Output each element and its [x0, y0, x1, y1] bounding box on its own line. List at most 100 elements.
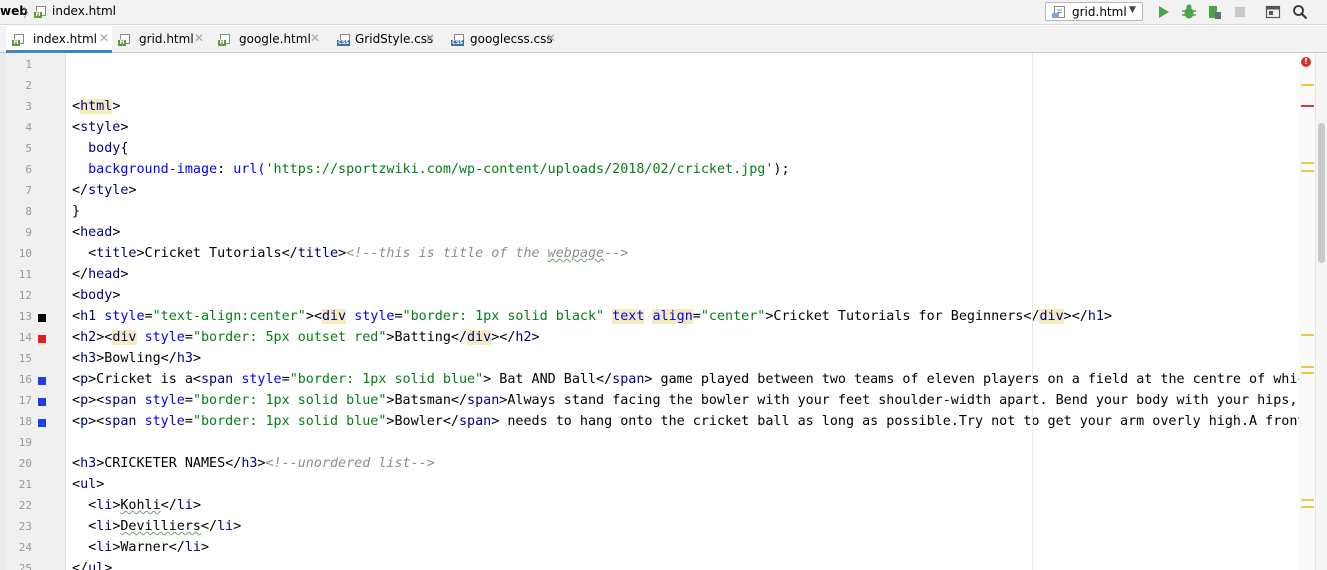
- code-token: title: [96, 246, 137, 261]
- line-number: 1: [25, 58, 32, 71]
- code-token: div: [467, 330, 492, 345]
- error-stripe-mark[interactable]: [1301, 372, 1314, 374]
- code-token: li: [96, 498, 113, 513]
- code-token: >: [112, 225, 121, 240]
- code-line[interactable]: body{: [72, 138, 128, 159]
- error-stripe-mark[interactable]: [1301, 506, 1314, 508]
- scrollbar-thumb[interactable]: [1318, 123, 1325, 263]
- code-token: p: [80, 393, 89, 408]
- close-icon[interactable]: ✕: [99, 31, 109, 45]
- run-configuration-dropdown[interactable]: grid.html ▼: [1045, 2, 1143, 21]
- code-line[interactable]: <li>Devilliers</li>: [72, 516, 241, 537]
- code-token: style: [80, 120, 121, 135]
- code-editor[interactable]: 1 2 3 4 5 6 7 8 9 10 11 12 13 14 15 16 17 18 19 20 21 22 23 24 2…: [0, 53, 1327, 570]
- code-line[interactable]: </style>: [72, 180, 137, 201]
- code-line[interactable]: </head>: [72, 264, 128, 285]
- code-token: webpage: [547, 246, 605, 261]
- code-line[interactable]: <p><span style="border: 1px solid blue">…: [72, 411, 1304, 432]
- code-line[interactable]: <head>: [72, 222, 120, 243]
- close-icon[interactable]: ✕: [310, 31, 320, 45]
- error-stripe[interactable]: [1299, 53, 1315, 570]
- breadcrumb-file[interactable]: index.html: [52, 4, 116, 18]
- tab-gridstyle-css[interactable]: CSS GridStyle.css ✕: [331, 26, 445, 53]
- search-icon[interactable]: [1291, 3, 1309, 21]
- code-line[interactable]: }: [72, 201, 80, 222]
- code-token: >Bowler</: [386, 414, 459, 429]
- stop-icon[interactable]: [1231, 3, 1249, 21]
- error-stripe-mark[interactable]: [1301, 366, 1314, 368]
- close-icon[interactable]: ✕: [546, 31, 556, 45]
- close-icon[interactable]: ✕: [425, 31, 435, 45]
- line-number: 11: [18, 268, 32, 281]
- code-line[interactable]: <h3>Bowling</h3>: [72, 348, 201, 369]
- code-line[interactable]: </ul>: [72, 558, 112, 570]
- code-area[interactable]: <html> <style> body{ background-image: ur…: [72, 53, 1304, 570]
- line-number: 7: [25, 184, 32, 197]
- coverage-icon[interactable]: [1205, 3, 1223, 21]
- code-token: ></: [1063, 309, 1088, 324]
- editor-gutter[interactable]: 1 2 3 4 5 6 7 8 9 10 11 12 13 14 15 16 17 18 19 20 21 22 23 24 2…: [6, 53, 66, 570]
- code-token: style: [104, 309, 145, 324]
- code-token: >Bowling</: [96, 351, 177, 366]
- code-token: -->: [604, 246, 629, 261]
- code-line[interactable]: <body>: [72, 285, 120, 306]
- tab-index-html[interactable]: H index.html ✕: [6, 26, 112, 53]
- code-token: h2: [80, 330, 97, 345]
- tab-googlecss-css[interactable]: CSS googlecss.css ✕: [445, 26, 565, 53]
- code-token: title: [297, 246, 339, 261]
- tab-grid-html[interactable]: H grid.html ✕: [112, 26, 212, 53]
- code-line[interactable]: <h1 style="text-align:center"><div style…: [72, 306, 1112, 327]
- color-swatch-marker[interactable]: [38, 419, 46, 427]
- code-line[interactable]: <li>Kohli</li>: [72, 495, 201, 516]
- code-token: span: [104, 414, 137, 429]
- code-line[interactable]: <h2><div style="border: 5px outset red">…: [72, 327, 540, 348]
- close-icon[interactable]: ✕: [194, 31, 204, 45]
- code-token: li: [217, 519, 234, 534]
- code-token: style: [88, 183, 129, 198]
- line-number: 16: [18, 373, 32, 386]
- code-token: text: [612, 309, 645, 324]
- error-stripe-mark[interactable]: [1301, 84, 1314, 86]
- frame-icon[interactable]: [1264, 3, 1282, 21]
- color-swatch-marker[interactable]: [38, 377, 46, 385]
- line-number: 4: [25, 121, 32, 134]
- code-token: =: [184, 330, 193, 345]
- error-indicator-icon[interactable]: !: [1301, 57, 1311, 67]
- error-stripe-mark[interactable]: [1301, 334, 1314, 336]
- tab-google-html[interactable]: H google.html ✕: [212, 26, 326, 53]
- run-config-label: grid.html: [1072, 5, 1127, 19]
- tab-label: google.html: [239, 32, 311, 46]
- line-number: 13: [18, 310, 32, 323]
- code-token: p: [80, 414, 89, 429]
- code-line[interactable]: <ul>: [72, 474, 104, 495]
- error-stripe-mark[interactable]: [1301, 170, 1314, 172]
- code-line[interactable]: <h3>CRICKETER NAMES</h3><!--unordered li…: [72, 453, 435, 474]
- debug-icon[interactable]: [1180, 3, 1198, 21]
- code-line[interactable]: <html>: [72, 96, 120, 117]
- code-token: <: [72, 498, 97, 513]
- code-line[interactable]: <p>Cricket is a<span style="border: 1px …: [72, 369, 1304, 390]
- color-swatch-marker[interactable]: [38, 398, 46, 406]
- code-line[interactable]: <title>Cricket Tutorials</title><!--this…: [72, 243, 628, 264]
- error-stripe-mark[interactable]: [1301, 499, 1314, 501]
- color-swatch-marker[interactable]: [38, 335, 46, 343]
- line-number: 8: [25, 205, 32, 218]
- code-token: "center": [700, 309, 766, 324]
- code-token: div: [112, 330, 137, 345]
- code-token: h3: [241, 456, 258, 471]
- code-token: "text-align:center": [152, 309, 306, 324]
- code-token: >Always stand facing the bowler with you…: [499, 393, 1304, 408]
- color-swatch-marker[interactable]: [38, 314, 46, 322]
- code-line[interactable]: <p><span style="border: 1px solid blue">…: [72, 390, 1304, 411]
- code-token: "border: 1px solid blue": [192, 393, 387, 408]
- code-line[interactable]: <li>Warner</li>: [72, 537, 209, 558]
- code-token: "border: 1px solid black": [402, 309, 605, 324]
- html-file-icon: H: [118, 34, 131, 46]
- run-icon[interactable]: [1154, 3, 1172, 21]
- code-token: >: [192, 498, 201, 513]
- line-number: 25: [18, 562, 32, 570]
- error-stripe-mark[interactable]: [1301, 162, 1314, 164]
- code-line[interactable]: background-image: url('https://sportzwik…: [72, 159, 789, 180]
- error-stripe-mark[interactable]: [1301, 105, 1314, 107]
- code-line[interactable]: <style>: [72, 117, 128, 138]
